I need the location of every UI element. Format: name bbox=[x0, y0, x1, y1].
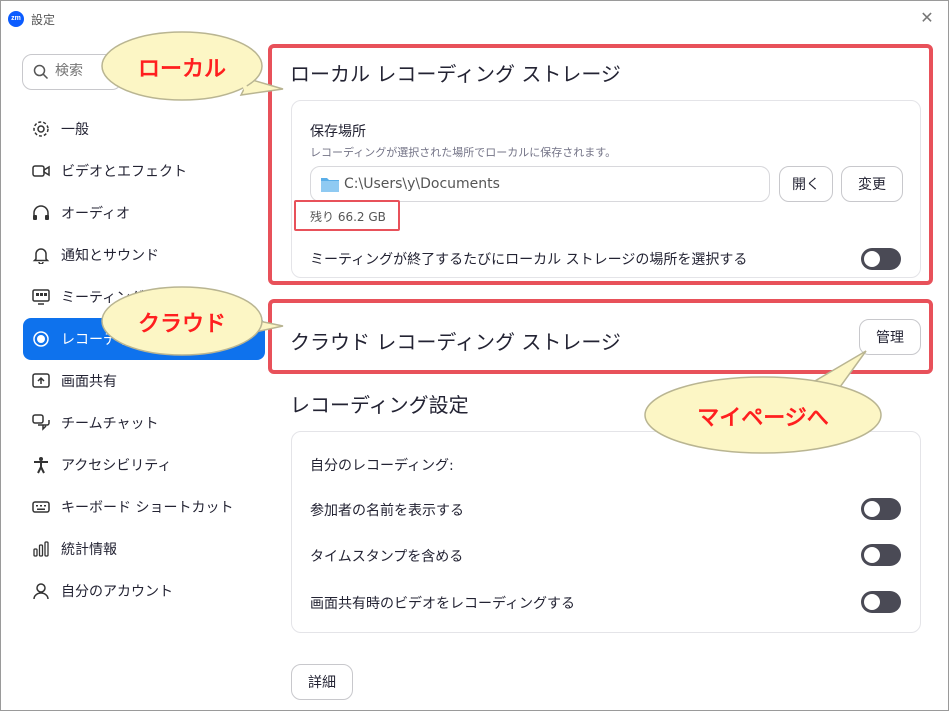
sidebar-item-label: チームチャット bbox=[61, 416, 159, 432]
bell-icon bbox=[31, 245, 51, 265]
timestamps-label: タイムスタンプを含める bbox=[310, 549, 464, 565]
sidebar-item-team-chat[interactable]: チームチャット bbox=[23, 402, 265, 444]
record-icon bbox=[31, 329, 51, 349]
show-names-label: 参加者の名前を表示する bbox=[310, 503, 464, 519]
sidebar-item-label: キーボード ショートカット bbox=[61, 500, 234, 516]
sidebar-item-video[interactable]: ビデオとエフェクト bbox=[23, 150, 265, 192]
window-title: 設定 bbox=[31, 13, 56, 27]
search-box[interactable] bbox=[22, 54, 122, 90]
sidebar-item-label: 通知とサウンド bbox=[61, 248, 159, 264]
title-bar: zm 設定 ✕ bbox=[1, 1, 948, 37]
cloud-highlight-box bbox=[268, 299, 933, 374]
search-icon bbox=[33, 64, 49, 80]
sidebar-item-label: アクセシビリティ bbox=[61, 458, 172, 474]
sidebar-item-share-screen[interactable]: 画面共有 bbox=[23, 360, 265, 402]
meeting-icon bbox=[31, 287, 51, 307]
sidebar-item-audio[interactable]: オーディオ bbox=[23, 192, 265, 234]
sidebar-item-keyboard-shortcuts[interactable]: キーボード ショートカット bbox=[23, 486, 265, 528]
sidebar-item-label: ミーティング bbox=[61, 290, 145, 306]
recording-settings-title: レコーディング設定 bbox=[290, 393, 469, 417]
zoom-logo-icon: zm bbox=[8, 11, 24, 27]
remaining-highlight-box bbox=[294, 200, 400, 231]
cloud-callout-text: クラウド bbox=[137, 312, 226, 337]
sidebar-item-label: 統計情報 bbox=[61, 542, 117, 558]
mypage-callout-text: マイページへ bbox=[697, 406, 829, 431]
sidebar-nav: 一般 ビデオとエフェクト オーディオ 通知とサウンド ミーティング レコーディン… bbox=[23, 108, 265, 612]
accessibility-icon bbox=[31, 455, 51, 475]
timestamps-toggle[interactable] bbox=[861, 544, 901, 566]
sidebar-item-label: 画面共有 bbox=[61, 374, 117, 390]
my-recording-label: 自分のレコーディング: bbox=[310, 458, 454, 474]
chat-icon bbox=[31, 413, 51, 433]
account-icon bbox=[31, 581, 51, 601]
sidebar-item-general[interactable]: 一般 bbox=[23, 108, 265, 150]
sidebar-item-label: 一般 bbox=[61, 122, 89, 138]
close-button[interactable]: ✕ bbox=[918, 9, 936, 27]
share-screen-icon bbox=[31, 371, 51, 391]
details-button[interactable]: 詳細 bbox=[291, 664, 353, 700]
headphones-icon bbox=[31, 203, 51, 223]
keyboard-icon bbox=[31, 497, 51, 517]
settings-window: zm 設定 ✕ 一般 ビデオとエフェクト オーディオ bbox=[0, 0, 949, 711]
sidebar-item-statistics[interactable]: 統計情報 bbox=[23, 528, 265, 570]
sidebar-item-label: 自分のアカウント bbox=[61, 584, 173, 600]
local-highlight-box bbox=[268, 44, 933, 285]
search-input[interactable] bbox=[55, 63, 115, 79]
video-icon bbox=[31, 161, 51, 181]
sidebar-item-label: ビデオとエフェクト bbox=[61, 164, 187, 180]
gear-icon bbox=[31, 119, 51, 139]
sidebar-item-notifications[interactable]: 通知とサウンド bbox=[23, 234, 265, 276]
sidebar-item-accessibility[interactable]: アクセシビリティ bbox=[23, 444, 265, 486]
record-video-share-label: 画面共有時のビデオをレコーディングする bbox=[310, 596, 576, 612]
show-names-toggle[interactable] bbox=[861, 498, 901, 520]
local-callout-text: ローカル bbox=[137, 57, 226, 82]
sidebar-item-label: オーディオ bbox=[61, 206, 131, 222]
stats-icon bbox=[31, 539, 51, 559]
record-video-share-toggle[interactable] bbox=[861, 591, 901, 613]
sidebar-item-account[interactable]: 自分のアカウント bbox=[23, 570, 265, 612]
